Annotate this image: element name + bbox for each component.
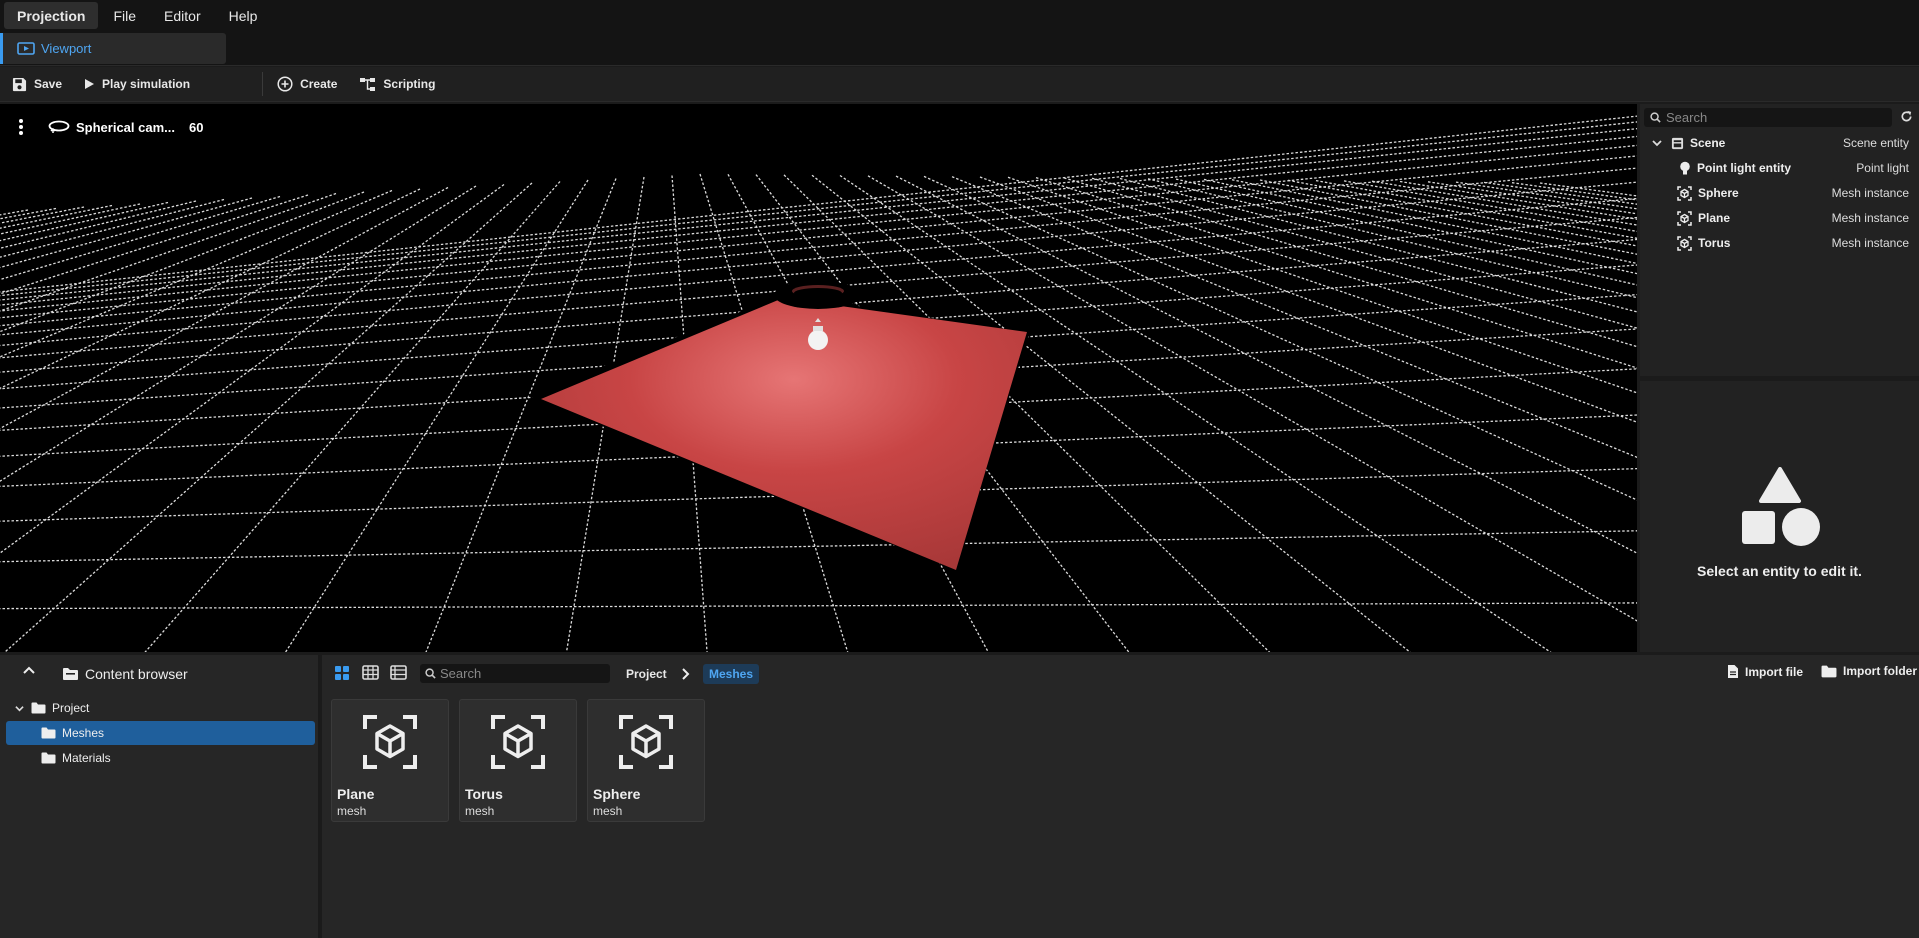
menubar: Projection File Editor Help <box>0 0 1919 31</box>
folder-open-icon <box>63 668 78 680</box>
tree-item-meshes[interactable]: Meshes <box>6 721 315 745</box>
content-browser-files: Search Project Meshes Import file Import… <box>322 655 1919 938</box>
mesh-instance-icon <box>1677 185 1692 201</box>
mesh-icon <box>491 715 545 769</box>
outliner-row-scene[interactable]: Scene Scene entity <box>1640 131 1919 155</box>
save-button[interactable]: Save <box>12 77 62 92</box>
menu-help[interactable]: Help <box>216 2 271 29</box>
outliner-search-input[interactable]: Search <box>1644 108 1892 127</box>
folder-icon <box>1821 665 1837 677</box>
search-icon <box>425 668 436 679</box>
scene-outliner: Search Scene Scene entity Point light en… <box>1640 104 1919 376</box>
asset-card-sphere[interactable]: Sphere mesh <box>587 699 705 822</box>
table-view-icon[interactable] <box>362 665 379 680</box>
chevron-down-icon[interactable] <box>14 704 25 713</box>
shapes-icon <box>1742 467 1820 546</box>
play-icon <box>85 79 95 89</box>
tree-item-project[interactable]: Project <box>14 696 314 720</box>
mesh-icon <box>363 715 417 769</box>
tab-viewport[interactable]: Viewport <box>0 33 226 64</box>
tab-viewport-label: Viewport <box>41 41 92 56</box>
inspector-panel: Select an entity to edit it. <box>1640 381 1919 652</box>
outliner-row-point-light[interactable]: Point light entity Point light <box>1640 156 1919 180</box>
content-search-input[interactable]: Search <box>420 664 610 683</box>
breadcrumb-project[interactable]: Project <box>626 664 667 684</box>
grid-view-icon[interactable] <box>334 665 350 681</box>
more-vertical-icon[interactable] <box>18 118 24 136</box>
content-browser-header: Content browser <box>0 655 320 691</box>
list-view-icon[interactable] <box>390 665 407 680</box>
outliner-row-torus[interactable]: Torus Mesh instance <box>1640 231 1919 255</box>
camera-selector[interactable]: Spherical cam... <box>48 120 175 135</box>
scene-render <box>0 115 1637 652</box>
save-icon <box>12 77 27 91</box>
inspector-empty-message: Select an entity to edit it. <box>1697 563 1862 579</box>
menu-file[interactable]: File <box>100 2 149 29</box>
create-button[interactable]: Create <box>277 76 337 92</box>
breadcrumb-meshes[interactable]: Meshes <box>703 664 760 684</box>
fov-value[interactable]: 60 <box>189 120 203 135</box>
folder-icon <box>41 727 56 739</box>
scene-icon <box>1671 137 1684 149</box>
chevron-right-icon <box>682 668 690 680</box>
import-file-button[interactable]: Import file <box>1727 664 1803 679</box>
mesh-instance-icon <box>1677 210 1692 226</box>
search-icon <box>1650 112 1661 123</box>
file-icon <box>1728 665 1738 678</box>
outliner-row-plane[interactable]: Plane Mesh instance <box>1640 206 1919 230</box>
chevron-down-icon[interactable] <box>1651 138 1663 148</box>
menu-editor[interactable]: Editor <box>151 2 214 29</box>
plane-mesh <box>541 298 1027 570</box>
menu-projection[interactable]: Projection <box>4 2 99 29</box>
folder-icon <box>31 702 46 714</box>
torus-mesh <box>774 281 862 309</box>
play-simulation-button[interactable]: Play simulation <box>84 77 190 91</box>
scripting-button[interactable]: Scripting <box>359 77 435 92</box>
tree-item-materials[interactable]: Materials <box>41 746 311 770</box>
outliner-row-sphere[interactable]: Sphere Mesh instance <box>1640 181 1919 205</box>
content-browser-tree: Content browser Project Meshes Materials <box>0 655 320 938</box>
asset-card-plane[interactable]: Plane mesh <box>331 699 449 822</box>
refresh-icon[interactable] <box>1900 110 1913 123</box>
orbit-camera-icon <box>48 120 70 133</box>
mesh-icon <box>619 715 673 769</box>
tab-strip: Viewport <box>0 31 1919 66</box>
light-bulb-icon <box>1680 161 1690 174</box>
chevron-up-icon[interactable] <box>22 665 36 677</box>
content-browser-title: Content browser <box>62 666 188 682</box>
plus-circle-icon <box>277 76 293 92</box>
camera-label: Spherical cam... <box>76 119 175 135</box>
toolbar-separator <box>262 72 264 96</box>
3d-viewport[interactable]: Spherical cam... 60 <box>0 104 1637 652</box>
node-graph-icon <box>360 77 376 91</box>
toolbar: Save Play simulation Create Scripting <box>0 67 1919 102</box>
viewport-icon <box>17 41 35 55</box>
viewport-overlay: Spherical cam... 60 <box>18 118 203 136</box>
import-folder-button[interactable]: Import folder <box>1821 664 1917 678</box>
asset-card-torus[interactable]: Torus mesh <box>459 699 577 822</box>
mesh-instance-icon <box>1677 235 1692 251</box>
content-browser-toolbar: Search Project Meshes Import file Import… <box>322 655 1919 691</box>
folder-icon <box>41 752 56 764</box>
